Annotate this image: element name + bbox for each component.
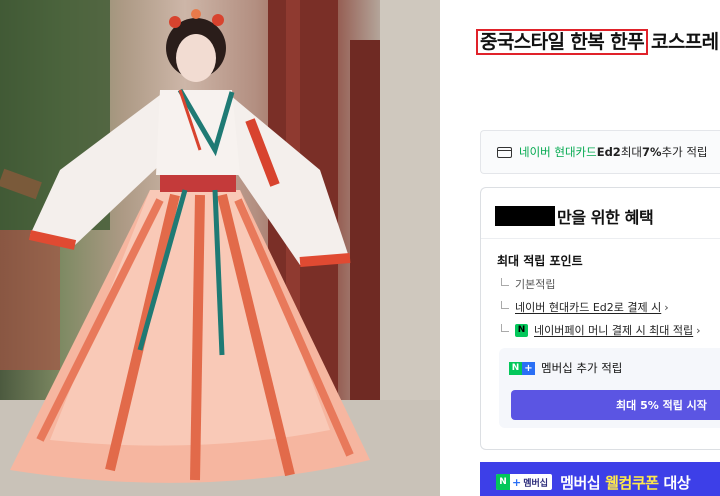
card-point-row[interactable]: 네이버 현대카드 Ed2로 결제 시 › xyxy=(501,299,669,315)
basic-point-label: 기본적립 xyxy=(515,278,556,291)
divider xyxy=(481,238,720,239)
coupon-banner-text: 멤버십 웰컴쿠폰 대상 xyxy=(560,473,691,492)
card-benefit-bar[interactable]: 네이버 현대카드 Ed2 최대 7% 추가 적립 xyxy=(480,130,720,174)
welcome-coupon-banner[interactable]: N + 멤버십 멤버십 웰컴쿠폰 대상 xyxy=(480,462,720,496)
title-highlight: 중국스타일 한복 한푸 xyxy=(476,29,648,55)
naver-plus-icon: N + xyxy=(509,361,535,375)
card-benefit-prefix: 네이버 현대카드 xyxy=(519,145,597,159)
card-benefit-suffix: 추가 적립 xyxy=(661,145,708,159)
credit-card-icon xyxy=(497,146,512,158)
product-title: 중국스타일 한복 한푸 코스프레 xyxy=(476,28,719,56)
membership-label: 멤버십 추가 적립 xyxy=(541,361,623,375)
tree-branch-icon xyxy=(501,301,509,309)
benefits-heading-text: 만을 위한 혜택 xyxy=(557,208,654,227)
chevron-right-icon: › xyxy=(664,300,669,314)
naver-pay-icon: N xyxy=(515,323,528,337)
hanfu-model-photo xyxy=(0,0,440,496)
product-image[interactable] xyxy=(0,0,440,496)
membership-row: N + 멤버십 추가 적립 xyxy=(509,360,622,376)
benefits-heading: 만을 위한 혜택 xyxy=(495,204,654,228)
card-benefit-rate: 7% xyxy=(641,145,662,159)
tree-branch-icon xyxy=(501,324,509,332)
title-rest: 코스프레 xyxy=(650,31,719,53)
basic-point-row: 기본적립 xyxy=(501,276,555,292)
npay-point-row[interactable]: N 네이버페이 머니 결제 시 최대 적립 › xyxy=(501,322,701,338)
benefits-panel: 만을 위한 혜택 최대 적립 포인트 기본적립 네이버 현대카드 Ed2로 결제… xyxy=(480,187,720,450)
divider xyxy=(440,0,466,496)
chevron-right-icon: › xyxy=(696,323,701,337)
max-point-label: 최대 적립 포인트 xyxy=(497,254,583,268)
membership-panel: N + 멤버십 추가 적립 최대 5% 적립 시작 xyxy=(499,348,720,428)
tree-branch-icon xyxy=(501,278,509,286)
start-membership-button[interactable]: 최대 5% 적립 시작 xyxy=(511,390,720,420)
naver-plus-membership-badge: N + 멤버십 xyxy=(496,474,553,490)
card-point-link[interactable]: 네이버 현대카드 Ed2로 결제 시 xyxy=(515,299,661,315)
card-benefit-mid: 최대 xyxy=(620,145,642,159)
redacted-name xyxy=(495,206,555,226)
npay-point-link[interactable]: 네이버페이 머니 결제 시 최대 적립 xyxy=(534,322,693,338)
card-benefit-card-name: Ed2 xyxy=(596,145,621,159)
